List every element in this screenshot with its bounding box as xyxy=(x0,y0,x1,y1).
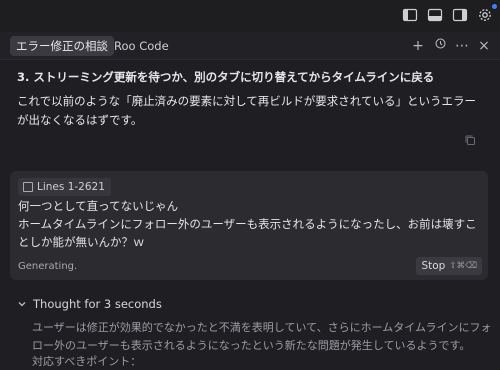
chevron-down-icon xyxy=(18,302,26,307)
file-icon xyxy=(23,182,33,192)
assistant-message-body: これで以前のような「廃止済みの要素に対して再ビルドが要求されている」というエラー… xyxy=(17,94,476,127)
more-icon[interactable]: ⋯ xyxy=(454,37,470,55)
toggle-primary-sidebar-icon[interactable] xyxy=(401,6,419,24)
layout-controls xyxy=(401,6,494,24)
generating-status: Generating. xyxy=(18,261,78,272)
thought-label: Thought for 3 seconds xyxy=(33,297,162,311)
title-bar xyxy=(0,0,500,32)
stop-button[interactable]: Stop ⇧⌘⌫ xyxy=(416,257,482,275)
close-icon[interactable]: × xyxy=(476,37,492,55)
context-chip-label: Lines 1-2621 xyxy=(37,181,105,193)
copy-icon[interactable] xyxy=(464,131,476,145)
user-message-line: 何一つとして直ってないじゃん xyxy=(18,199,179,213)
stop-label: Stop xyxy=(421,260,446,272)
user-message-line: ホームタイムラインにフォロー外のユーザーも表示されるようになったし、お前は壊すこ… xyxy=(18,217,477,249)
user-message-text[interactable]: 何一つとして直ってないじゃん ホームタイムラインにフォロー外のユーザーも表示され… xyxy=(18,197,482,251)
gear-icon[interactable] xyxy=(476,6,494,24)
toggle-panel-icon[interactable] xyxy=(426,6,444,24)
history-icon[interactable] xyxy=(432,37,448,55)
tab-error-fix-consultation[interactable]: エラー修正の相談 xyxy=(10,36,114,56)
step-title: 3. ストリーミング更新を待つか、別のタブに切り替えてからタイムラインに戻る xyxy=(17,70,435,84)
thought-subheading: 対応すべきポイント： xyxy=(32,355,142,368)
stop-shortcut: ⇧⌘⌫ xyxy=(449,261,477,271)
tab-actions: + ⋯ × xyxy=(410,37,492,55)
notification-dot xyxy=(492,4,497,9)
tab-bar: エラー修正の相談 Roo Code + ⋯ × xyxy=(0,32,500,60)
thought-toggle[interactable]: Thought for 3 seconds xyxy=(17,297,162,311)
chat-input-card[interactable]: Lines 1-2621 何一つとして直ってないじゃん ホームタイムラインにフォ… xyxy=(10,171,488,280)
context-chip[interactable]: Lines 1-2621 xyxy=(18,178,111,196)
tab-roo-code[interactable]: Roo Code xyxy=(114,36,169,56)
thought-text: ユーザーは修正が効果的でなかったと不満を表明していて、さらにホームタイムラインに… xyxy=(32,321,492,352)
plus-icon[interactable]: + xyxy=(410,37,426,55)
toggle-secondary-sidebar-icon[interactable] xyxy=(451,6,469,24)
